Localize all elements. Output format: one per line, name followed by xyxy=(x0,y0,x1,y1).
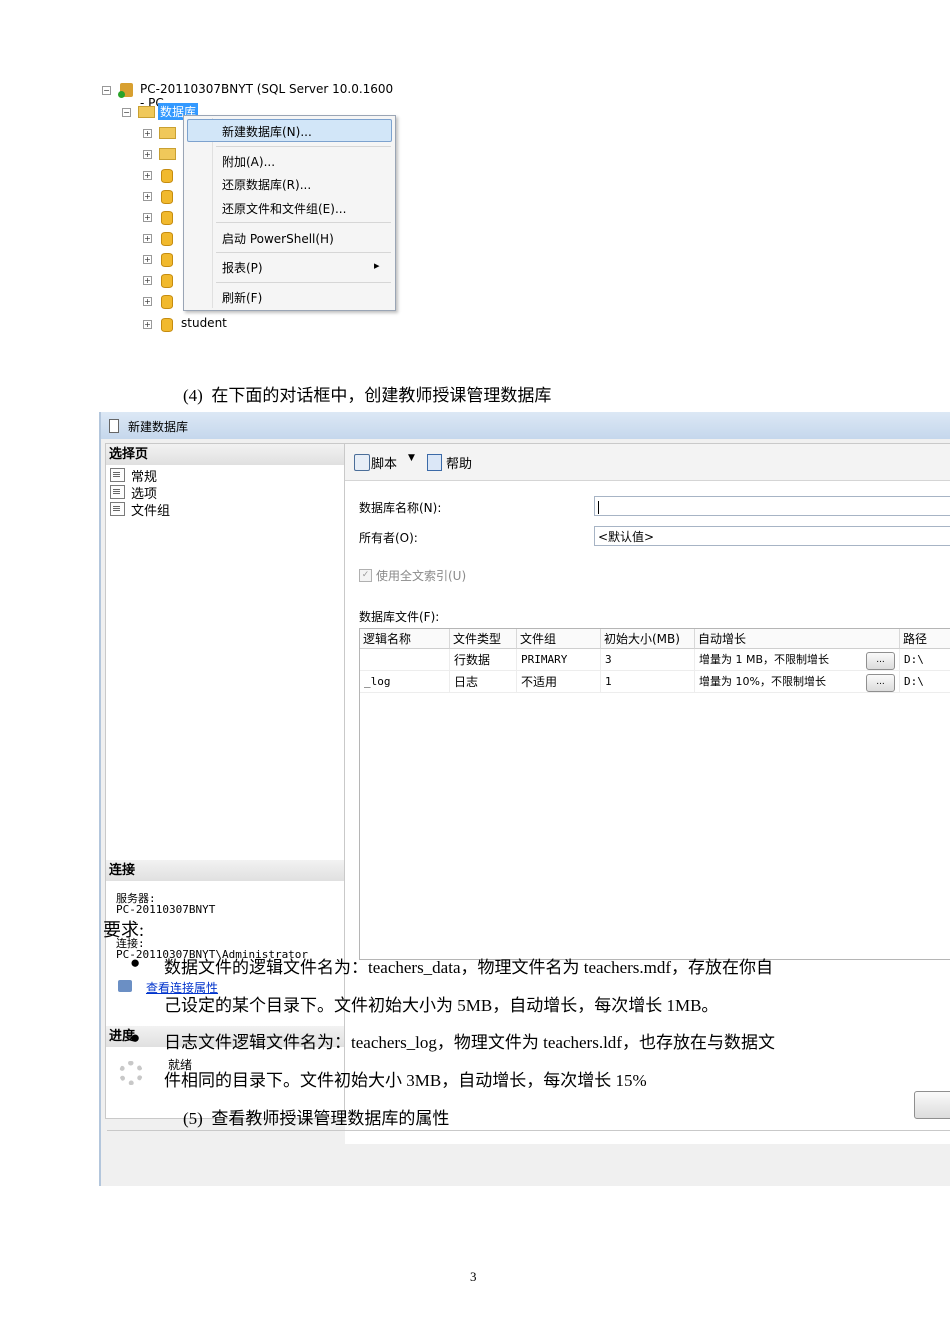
column-header[interactable]: 路径 xyxy=(900,629,950,649)
database-icon xyxy=(161,190,173,204)
cell-path: D:\ xyxy=(900,649,950,671)
dialog-toolbar: 脚本 ▼ 帮助 xyxy=(345,444,950,481)
server-icon xyxy=(118,83,133,98)
column-header[interactable]: 初始大小(MB) xyxy=(601,629,695,649)
cell-filegroup[interactable]: PRIMARY xyxy=(517,649,601,671)
db-name-label: 数据库名称(N): xyxy=(359,501,442,515)
requirement-1-line-1: 数据文件的逻辑文件名为：teachers_data，物理文件名为 teacher… xyxy=(164,958,774,977)
autogrowth-ellipsis-button[interactable]: ... xyxy=(866,652,895,670)
submenu-arrow-icon: ▸ xyxy=(374,259,380,272)
step-5: (5) 查看教师授课管理数据库的属性 xyxy=(183,1104,449,1129)
folder-icon xyxy=(159,148,176,160)
step-4: (4) 在下面的对话框中，创建教师授课管理数据库 xyxy=(183,381,551,406)
page-icon xyxy=(110,485,125,499)
page-number: 3 xyxy=(470,1269,477,1284)
column-header[interactable]: 自动增长 xyxy=(695,629,900,649)
server-value: PC-20110307BNYT xyxy=(116,903,216,916)
ok-button[interactable] xyxy=(914,1091,950,1119)
expand-icon[interactable]: + xyxy=(143,276,152,285)
expand-icon[interactable]: + xyxy=(143,234,152,243)
page-icon xyxy=(110,468,125,482)
menu-item-new-database[interactable]: 新建数据库(N)... xyxy=(222,123,312,140)
page-icon xyxy=(110,502,125,516)
fulltext-label: 使用全文索引(U) xyxy=(376,569,467,583)
cell-logical-name[interactable] xyxy=(360,649,450,671)
divider xyxy=(107,1130,950,1131)
cell-logical-name[interactable]: _log xyxy=(360,671,450,693)
cell-file-type: 日志 xyxy=(450,671,517,693)
database-icon xyxy=(161,295,173,309)
expand-icon[interactable]: + xyxy=(143,320,152,329)
step-text: 在下面的对话框中，创建教师授课管理数据库 xyxy=(211,386,552,405)
step-number: (4) xyxy=(183,386,203,405)
expand-icon[interactable]: + xyxy=(143,192,152,201)
db-files-grid: 逻辑名称 文件类型 文件组 初始大小(MB) 自动增长 路径 行数据 PRIMA… xyxy=(359,628,950,960)
connection-header: 连接 xyxy=(106,860,344,881)
database-icon xyxy=(161,169,173,183)
database-icon xyxy=(161,318,173,332)
expand-icon[interactable]: + xyxy=(143,255,152,264)
fulltext-checkbox[interactable]: ✓ xyxy=(359,569,372,582)
connection-properties-icon xyxy=(118,980,132,992)
requirements-title: 要求: xyxy=(103,920,145,940)
menu-item-refresh[interactable]: 刷新(F) xyxy=(222,289,262,306)
bullet-icon: ● xyxy=(130,953,141,972)
collapse-icon[interactable]: − xyxy=(102,86,111,95)
expand-icon[interactable]: + xyxy=(143,171,152,180)
left-pane: 选择页 常规 选项 文件组 连接 服务器: PC-20110307BNYT 连接… xyxy=(105,443,345,1119)
column-header[interactable]: 逻辑名称 xyxy=(360,629,450,649)
dialog-icon xyxy=(109,419,119,433)
autogrowth-ellipsis-button[interactable]: ... xyxy=(866,674,895,692)
menu-item-restore-files[interactable]: 还原文件和文件组(E)... xyxy=(222,200,346,217)
db-name-input[interactable] xyxy=(594,496,950,516)
menu-item-attach[interactable]: 附加(A)... xyxy=(222,153,275,170)
database-icon xyxy=(161,232,173,246)
collapse-icon[interactable]: − xyxy=(122,108,131,117)
database-icon xyxy=(161,274,173,288)
column-header[interactable]: 文件类型 xyxy=(450,629,517,649)
database-icon xyxy=(161,253,173,267)
menu-item-reports[interactable]: 报表(P) xyxy=(222,259,263,276)
requirement-1-line-2: 己设定的某个目录下。文件初始大小为 5MB，自动增长，每次增长 1MB。 xyxy=(164,996,719,1015)
cell-filegroup: 不适用 xyxy=(517,671,601,693)
expand-icon[interactable]: + xyxy=(143,297,152,306)
progress-spinner-icon xyxy=(119,1061,143,1085)
dialog-title: 新建数据库 xyxy=(128,420,189,434)
step-number: (5) xyxy=(183,1109,203,1128)
context-menu: 新建数据库(N)... 附加(A)... 还原数据库(R)... 还原文件和文件… xyxy=(183,115,396,311)
step-text: 查看教师授课管理数据库的属性 xyxy=(211,1109,450,1128)
cell-path: D:\ xyxy=(900,671,950,693)
menu-item-restore-database[interactable]: 还原数据库(R)... xyxy=(222,176,311,193)
bullet-icon: ● xyxy=(130,1028,141,1047)
page-filegroups[interactable]: 文件组 xyxy=(131,500,170,519)
script-button[interactable]: 脚本 xyxy=(371,453,397,472)
dialog-titlebar: 新建数据库 xyxy=(101,412,950,439)
owner-label: 所有者(O): xyxy=(359,531,418,545)
requirement-2-line-1: 日志文件逻辑文件名为：teachers_log，物理文件为 teachers.l… xyxy=(164,1033,775,1052)
dropdown-arrow-icon[interactable]: ▼ xyxy=(408,453,415,463)
database-icon xyxy=(161,211,173,225)
owner-input[interactable]: <默认值> xyxy=(594,526,950,546)
script-icon xyxy=(354,454,370,471)
requirement-2-line-2: 件相同的目录下。文件初始大小 3MB，自动增长，每次增长 15% xyxy=(164,1071,647,1090)
expand-icon[interactable]: + xyxy=(143,129,152,138)
column-header[interactable]: 文件组 xyxy=(517,629,601,649)
db-files-label: 数据库文件(F): xyxy=(359,610,440,624)
cell-file-type: 行数据 xyxy=(450,649,517,671)
folder-icon xyxy=(159,127,176,139)
help-icon xyxy=(427,454,442,471)
expand-icon[interactable]: + xyxy=(143,150,152,159)
menu-item-start-powershell[interactable]: 启动 PowerShell(H) xyxy=(222,230,334,247)
database-node-label[interactable]: student xyxy=(181,316,227,330)
cell-initial-size[interactable]: 1 xyxy=(601,671,695,693)
cell-initial-size[interactable]: 3 xyxy=(601,649,695,671)
select-page-header: 选择页 xyxy=(106,444,344,465)
folder-icon xyxy=(138,106,155,118)
expand-icon[interactable]: + xyxy=(143,213,152,222)
help-button[interactable]: 帮助 xyxy=(446,453,472,472)
